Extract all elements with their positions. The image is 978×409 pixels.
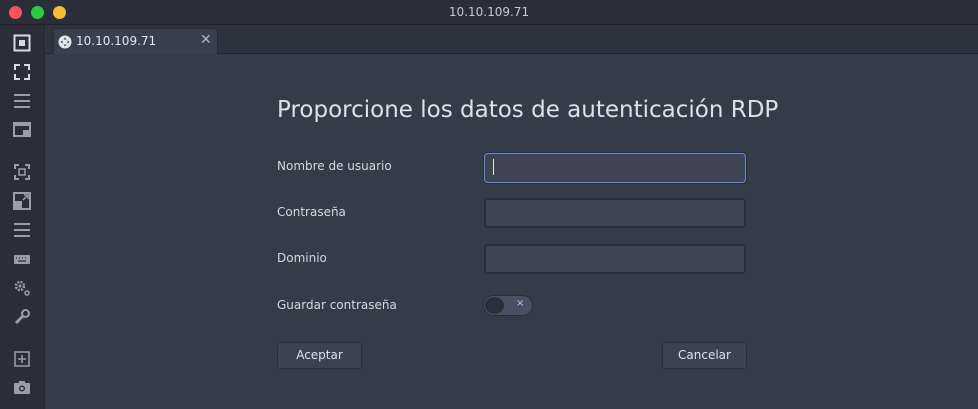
domain-label: Dominio — [277, 251, 327, 265]
text-caret — [493, 159, 494, 175]
dialog-heading: Proporcione los datos de autenticación R… — [277, 97, 779, 123]
fit-window-icon[interactable] — [12, 33, 32, 53]
camera-icon[interactable] — [12, 377, 32, 397]
tools-icon[interactable] — [12, 307, 32, 327]
tab-label: 10.10.109.71 — [76, 34, 157, 48]
screenshot-window-icon[interactable] — [12, 120, 32, 140]
scale-icon[interactable] — [12, 162, 32, 182]
remote-desktop-icon — [58, 35, 72, 49]
toggle-knob — [485, 297, 504, 314]
app-window: 10.10.109.71 10.10.109.71 ✕ Proporcione … — [0, 0, 978, 409]
password-field[interactable] — [484, 198, 746, 228]
save-password-label: Guardar contraseña — [277, 298, 397, 312]
save-password-toggle[interactable]: × — [483, 295, 533, 316]
new-connection-icon[interactable] — [12, 349, 32, 369]
menu-icon[interactable] — [12, 91, 32, 111]
resize-icon[interactable] — [12, 191, 32, 211]
window-title: 10.10.109.71 — [448, 5, 530, 19]
keyboard-icon[interactable] — [12, 249, 32, 269]
fullscreen-icon[interactable] — [12, 62, 32, 82]
accept-button[interactable]: Aceptar — [277, 342, 362, 369]
domain-field[interactable] — [484, 244, 746, 274]
tab-strip: 10.10.109.71 ✕ — [46, 25, 978, 54]
list-icon[interactable] — [12, 220, 32, 240]
username-label: Nombre de usuario — [277, 159, 392, 173]
cancel-button[interactable]: Cancelar — [662, 342, 747, 369]
toggle-off-icon: × — [516, 298, 525, 309]
left-toolbar — [0, 25, 45, 409]
auth-dialog: Proporcione los datos de autenticación R… — [46, 55, 978, 409]
username-field[interactable] — [484, 153, 746, 183]
title-bar: 10.10.109.71 — [0, 0, 978, 25]
password-label: Contraseña — [277, 205, 346, 219]
preferences-icon[interactable] — [12, 278, 32, 298]
close-tab-icon[interactable]: ✕ — [200, 32, 212, 48]
tab-connection[interactable]: 10.10.109.71 ✕ — [53, 28, 218, 54]
